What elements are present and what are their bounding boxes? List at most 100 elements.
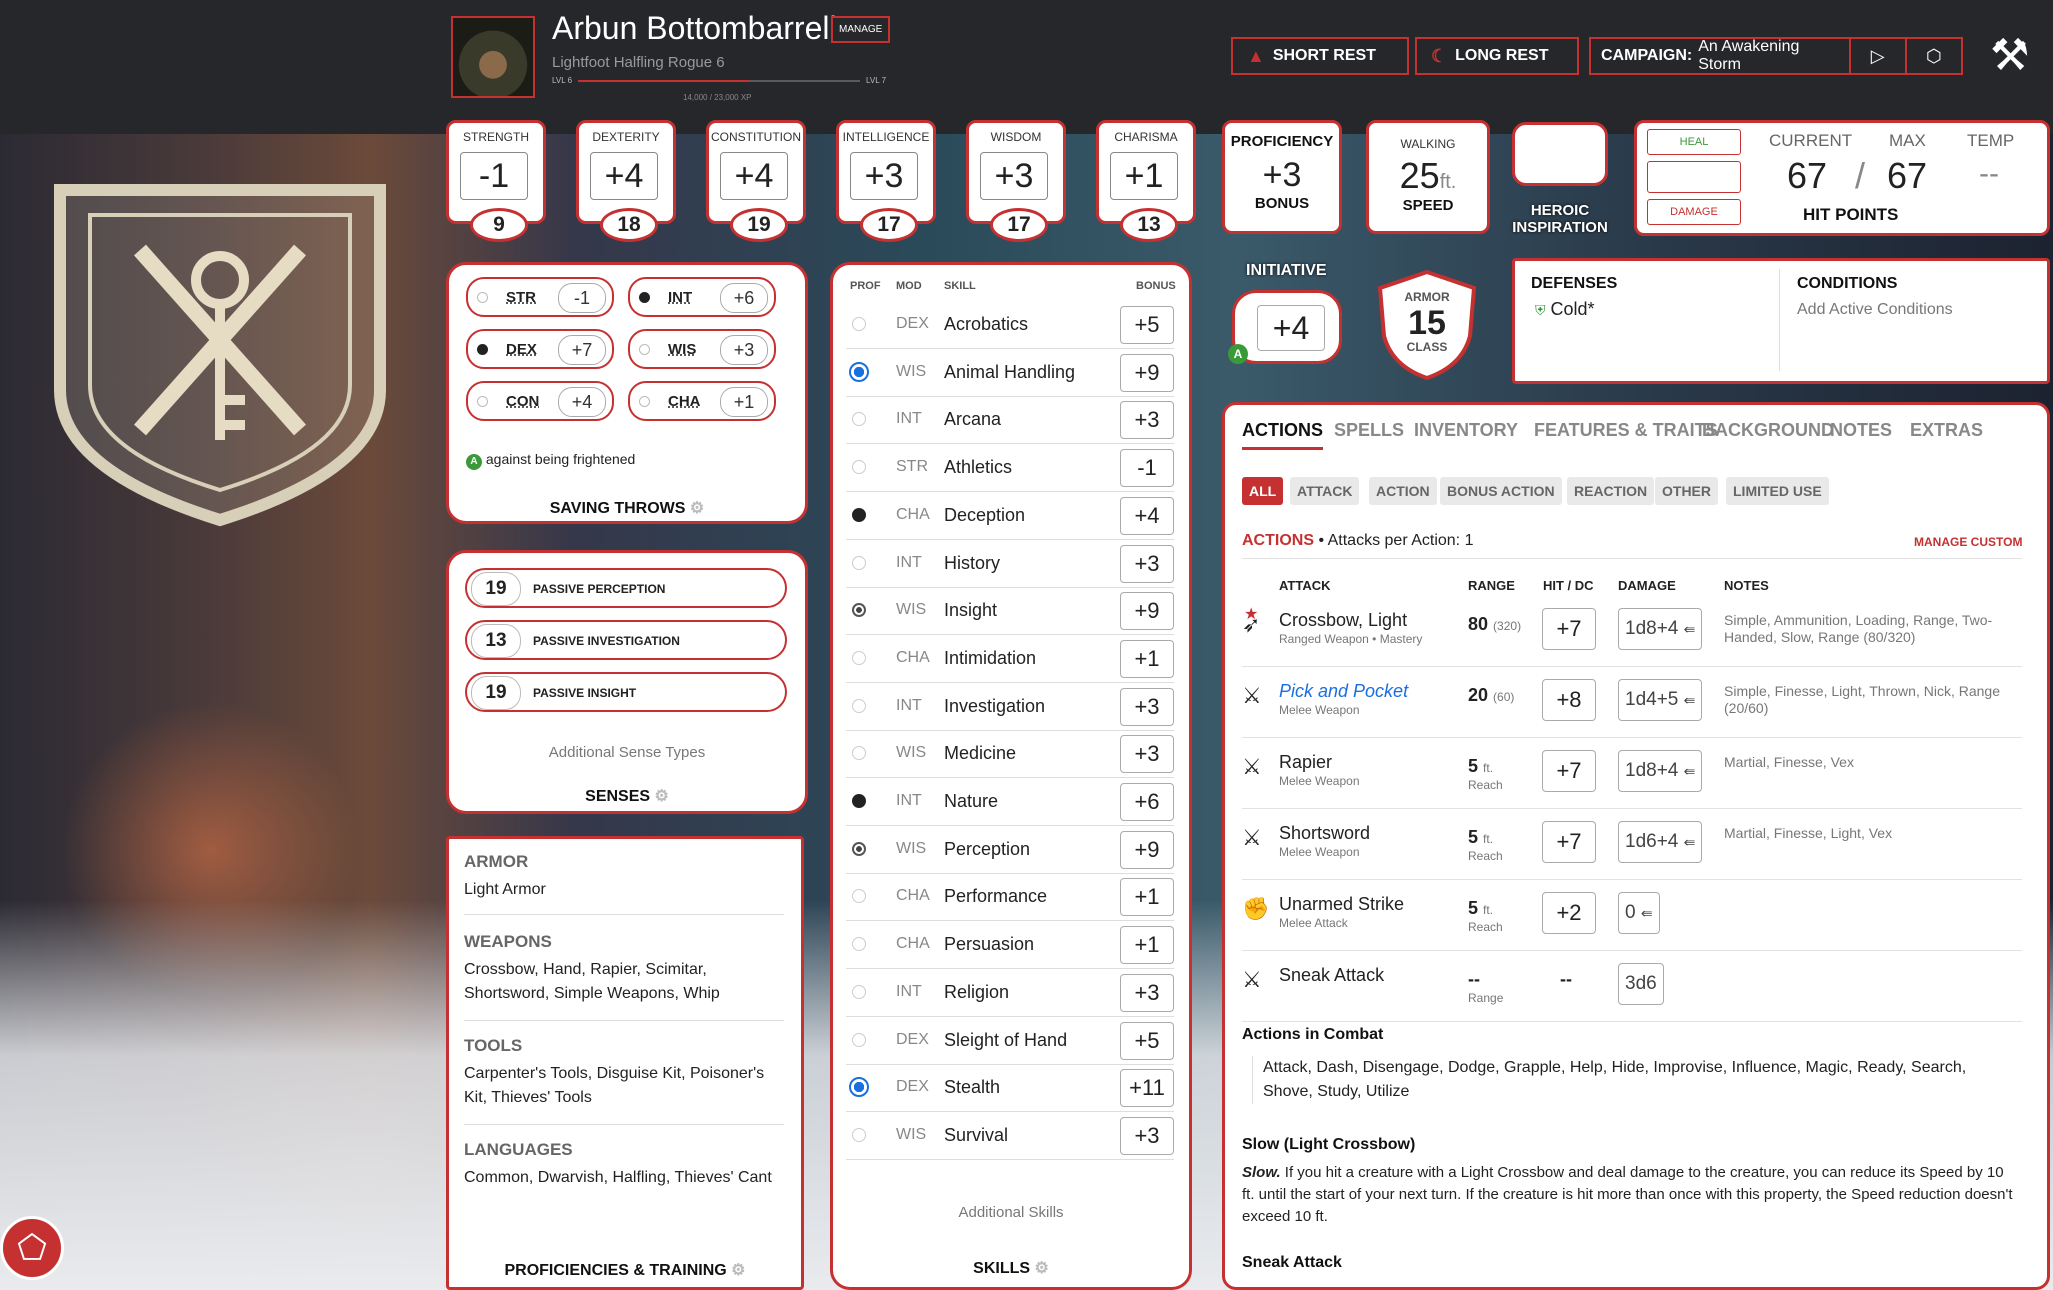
manage-button[interactable]: MANAGE <box>831 16 891 43</box>
ability-constitution[interactable]: CONSTITUTION +4 19 <box>706 120 806 242</box>
long-rest-button[interactable]: ☾ LONG REST <box>1415 37 1579 75</box>
initiative-box[interactable]: +4 <box>1232 290 1342 364</box>
gear-icon[interactable]: ⚙ <box>731 1262 745 1279</box>
skill-bonus[interactable]: +1 <box>1120 878 1174 917</box>
skill-bonus[interactable]: -1 <box>1120 449 1174 488</box>
saving-throw-wis[interactable]: WIS +3 <box>628 329 776 369</box>
skill-bonus[interactable]: +3 <box>1120 401 1174 440</box>
attack-row[interactable]: ✊ Unarmed Strike Melee Attack 5 ft. Reach +2 0… <box>1242 880 2022 951</box>
attack-name[interactable]: Sneak Attack <box>1279 965 1384 986</box>
senses-title[interactable]: SENSES ⚙ <box>446 786 808 806</box>
skill-row-arcana[interactable]: INT Arcana +3 <box>846 397 1174 445</box>
skills-title[interactable]: SKILLS ⚙ <box>830 1258 1192 1278</box>
attack-name[interactable]: Shortsword <box>1279 823 1370 844</box>
play-icon[interactable]: ▷ <box>1848 39 1905 73</box>
attack-name[interactable]: Crossbow, Light <box>1279 610 1407 631</box>
skill-bonus[interactable]: +3 <box>1120 1116 1174 1155</box>
anvil-icon[interactable]: ⚒ <box>1990 30 2029 81</box>
passive-sense[interactable]: 19 PASSIVE PERCEPTION <box>465 568 787 608</box>
skill-bonus[interactable]: +4 <box>1120 496 1174 535</box>
heal-button[interactable]: HEAL <box>1647 129 1741 155</box>
ability-intelligence[interactable]: INTELLIGENCE +3 17 <box>836 120 936 242</box>
add-conditions-link[interactable]: Add Active Conditions <box>1797 301 1953 319</box>
attack-row[interactable]: ⚔ Pick and Pocket Melee Weapon 20 (60) +8 1d4… <box>1242 667 2022 738</box>
skill-row-stealth[interactable]: DEX Stealth +11 <box>846 1065 1174 1113</box>
skill-bonus[interactable]: +3 <box>1120 544 1174 583</box>
ability-wisdom[interactable]: WISDOM +3 17 <box>966 120 1066 242</box>
attack-damage[interactable]: 1d8+4 ⇚ <box>1618 608 1703 650</box>
passive-sense[interactable]: 19 PASSIVE INSIGHT <box>465 672 787 712</box>
tab-background[interactable]: BACKGROUND <box>1702 420 1834 441</box>
skill-row-investigation[interactable]: INT Investigation +3 <box>846 684 1174 731</box>
gear-icon[interactable]: ⚙ <box>1035 1260 1049 1277</box>
skill-row-intimidation[interactable]: CHA Intimidation +1 <box>846 636 1174 683</box>
skill-bonus[interactable]: +3 <box>1120 973 1174 1012</box>
skill-row-athletics[interactable]: STR Athletics -1 <box>846 445 1174 493</box>
saving-throw-str[interactable]: STR -1 <box>466 277 614 317</box>
gear-icon[interactable]: ⚙ <box>655 788 669 805</box>
skill-bonus[interactable]: +9 <box>1120 592 1174 631</box>
filter-bonus-action[interactable]: BONUS ACTION <box>1440 477 1562 505</box>
attack-hit[interactable]: +7 <box>1542 750 1596 792</box>
skill-bonus[interactable]: +1 <box>1120 926 1174 965</box>
avatar[interactable] <box>451 16 535 98</box>
skill-row-nature[interactable]: INT Nature +6 <box>846 779 1174 826</box>
hp-current-value[interactable]: 67 <box>1787 155 1827 197</box>
saving-throws-title[interactable]: SAVING THROWS ⚙ <box>446 498 808 518</box>
skill-row-acrobatics[interactable]: DEX Acrobatics +5 <box>846 302 1174 349</box>
skill-bonus[interactable]: +3 <box>1120 735 1174 774</box>
filter-action[interactable]: ACTION <box>1369 477 1437 505</box>
filter-reaction[interactable]: REACTION <box>1567 477 1655 505</box>
passive-sense[interactable]: 13 PASSIVE INVESTIGATION <box>465 620 787 660</box>
attack-hit[interactable]: +7 <box>1542 608 1596 650</box>
saving-throw-con[interactable]: CON +4 <box>466 381 614 421</box>
armor-class-value[interactable]: 15 <box>1372 304 1482 343</box>
manage-custom-link[interactable]: MANAGE CUSTOM <box>1914 535 2022 549</box>
ability-dexterity[interactable]: DEXTERITY +4 18 <box>576 120 676 242</box>
skill-row-persuasion[interactable]: CHA Persuasion +1 <box>846 922 1174 970</box>
attack-damage[interactable]: 1d6+4 ⇚ <box>1618 821 1703 863</box>
attack-damage[interactable]: 0 ⇚ <box>1618 892 1660 934</box>
skill-row-survival[interactable]: WIS Survival +3 <box>846 1113 1174 1160</box>
saving-throw-dex[interactable]: DEX +7 <box>466 329 614 369</box>
defense-item[interactable]: ⛨ Cold* <box>1535 299 1595 320</box>
saving-throw-int[interactable]: INT +6 <box>628 277 776 317</box>
skill-row-insight[interactable]: WIS Insight +9 <box>846 588 1174 636</box>
skill-row-performance[interactable]: CHA Performance +1 <box>846 874 1174 922</box>
dice-cube-icon[interactable]: ⬡ <box>1904 39 1961 73</box>
skill-bonus[interactable]: +5 <box>1120 1021 1174 1060</box>
tab-notes[interactable]: NOTES <box>1830 420 1892 441</box>
skill-row-medicine[interactable]: WIS Medicine +3 <box>846 731 1174 779</box>
tab-spells[interactable]: SPELLS <box>1334 420 1404 441</box>
attack-name[interactable]: Unarmed Strike <box>1279 894 1404 915</box>
attack-hit[interactable]: +8 <box>1542 679 1596 721</box>
tab-extras[interactable]: EXTRAS <box>1910 420 1983 441</box>
skill-bonus[interactable]: +9 <box>1120 353 1174 392</box>
skill-bonus[interactable]: +6 <box>1120 783 1174 821</box>
dice-roller-icon[interactable]: ⬠ <box>0 1216 64 1280</box>
skill-bonus[interactable]: +3 <box>1120 687 1174 726</box>
hp-temp-value[interactable]: -- <box>1979 157 1999 191</box>
skill-row-history[interactable]: INT History +3 <box>846 541 1174 588</box>
proficiencies-title[interactable]: PROFICIENCIES & TRAINING ⚙ <box>446 1260 804 1280</box>
skill-row-sleight-of-hand[interactable]: DEX Sleight of Hand +5 <box>846 1018 1174 1065</box>
filter-attack[interactable]: ATTACK <box>1290 477 1360 505</box>
attack-name[interactable]: Pick and Pocket <box>1279 681 1408 702</box>
attack-damage[interactable]: 1d4+5 ⇚ <box>1618 679 1703 721</box>
additional-sense-types[interactable]: Additional Sense Types <box>446 744 808 761</box>
actions-in-combat-list[interactable]: Attack, Dash, Disengage, Dodge, Grapple,… <box>1252 1056 2007 1104</box>
short-rest-button[interactable]: ▲ SHORT REST <box>1231 37 1409 75</box>
skill-row-deception[interactable]: CHA Deception +4 <box>846 493 1174 540</box>
gear-icon[interactable]: ⚙ <box>690 500 704 517</box>
attack-damage[interactable]: 1d8+4 ⇚ <box>1618 750 1703 792</box>
attack-damage[interactable]: 3d6 <box>1618 963 1664 1005</box>
tab-inventory[interactable]: INVENTORY <box>1414 420 1518 441</box>
filter-limited-use[interactable]: LIMITED USE <box>1726 477 1829 505</box>
skill-bonus[interactable]: +11 <box>1120 1069 1174 1108</box>
attack-hit[interactable]: +7 <box>1542 821 1596 863</box>
campaign-label[interactable]: CAMPAIGN: An Awakening Storm <box>1591 38 1849 73</box>
skill-row-animal-handling[interactable]: WIS Animal Handling +9 <box>846 350 1174 397</box>
skill-bonus[interactable]: +5 <box>1120 306 1174 344</box>
hp-amount-input[interactable] <box>1647 161 1741 193</box>
skill-row-religion[interactable]: INT Religion +3 <box>846 970 1174 1017</box>
